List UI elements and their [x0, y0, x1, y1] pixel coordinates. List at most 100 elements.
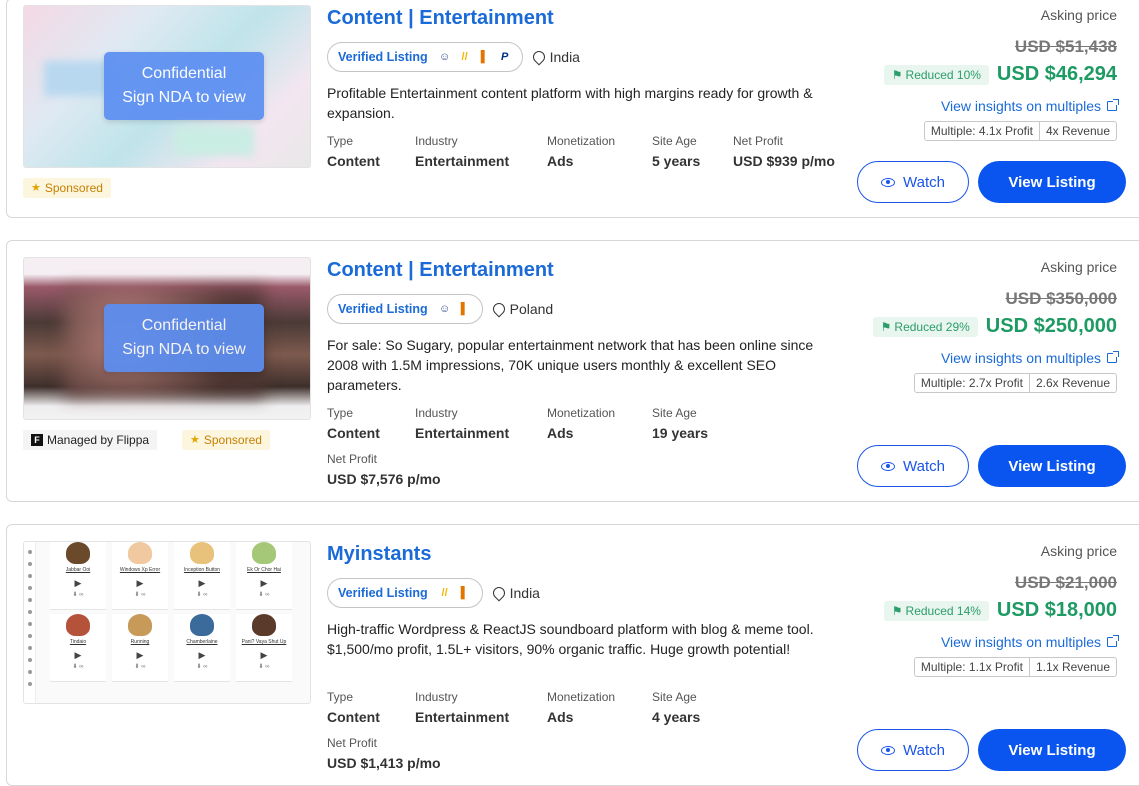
- managed-by-flippa-badge: F Managed by Flippa: [23, 430, 158, 450]
- meta-value: Content: [327, 425, 380, 441]
- tag-icon: ⚑: [880, 319, 892, 334]
- insights-label: View insights on multiples: [940, 350, 1101, 366]
- meta-value: Entertainment: [415, 709, 510, 725]
- nda-line-2: Sign NDA to view: [122, 341, 246, 358]
- download-icon: ⬇ ∞: [134, 592, 146, 598]
- nda-line-1: Confidential: [141, 65, 227, 82]
- star-icon: ★: [31, 182, 41, 194]
- original-price: USD $51,438: [1014, 37, 1117, 56]
- thumb-tile: Inception Button ▶ ⬇ ∞: [174, 542, 230, 610]
- play-icon: ▶: [198, 650, 206, 660]
- meta-type: Type Content: [327, 133, 380, 171]
- thumb-tile: Chamberlaine ▶ ⬇ ∞: [174, 614, 230, 682]
- meta-monetization: Monetization Ads: [547, 689, 615, 727]
- thumb-tile: Jabbar Ooi ▶ ⬇ ∞: [50, 542, 106, 610]
- reduced-badge: ⚑ Reduced 10%: [883, 64, 989, 85]
- watch-label: Watch: [903, 173, 945, 191]
- meta-key: Monetization: [547, 406, 616, 420]
- sign-nda-button[interactable]: Confidential Sign NDA to view: [104, 52, 264, 120]
- listing-title[interactable]: Content | Entertainment: [327, 7, 554, 30]
- external-link-icon: [1107, 635, 1119, 647]
- view-insights-link[interactable]: View insights on multiples: [940, 634, 1119, 650]
- badge-row: Verified Listing // ▌ India: [327, 578, 540, 608]
- asking-price: USD $46,294: [996, 63, 1117, 85]
- multiple-prefix: Multiple:: [930, 124, 976, 138]
- meta-industry: Industry Entertainment: [415, 405, 509, 443]
- reduced-label: Reduced 14%: [905, 603, 981, 618]
- view-listing-button[interactable]: View Listing: [978, 445, 1126, 487]
- tile-name: Windows Xp Error: [119, 567, 161, 573]
- play-icon: ▶: [260, 650, 268, 660]
- view-listing-button[interactable]: View Listing: [978, 161, 1126, 203]
- meta-value: 5 years: [652, 153, 701, 169]
- multiple-profit-value: 1.1x Profit: [968, 660, 1023, 674]
- listing-title[interactable]: Content | Entertainment: [327, 259, 554, 282]
- thumb-tile: Running ▶ ⬇ ∞: [112, 614, 168, 682]
- meta-key: Type: [327, 134, 354, 148]
- multiples-box: Multiple: 4.1x Profit 4x Revenue: [923, 121, 1117, 141]
- reduced-badge: ⚑ Reduced 14%: [883, 600, 989, 621]
- verified-badge[interactable]: Verified Listing // ▌: [327, 578, 483, 608]
- flippa-logo-icon: F: [31, 434, 43, 446]
- multiple-profit: Multiple: 2.7x Profit: [915, 374, 1029, 392]
- download-icon: ⬇ ∞: [196, 592, 208, 598]
- watch-button[interactable]: Watch: [857, 161, 969, 203]
- star-icon: ★: [190, 434, 200, 446]
- view-insights-link[interactable]: View insights on multiples: [941, 98, 1119, 114]
- sponsored-label: Sponsored: [203, 433, 262, 447]
- meta-key: Type: [327, 690, 354, 704]
- play-icon: ▶: [198, 578, 206, 588]
- sign-nda-button[interactable]: Confidential Sign NDA to view: [104, 304, 264, 372]
- multiple-profit-value: 2.7x Profit: [968, 376, 1023, 390]
- google-ads-icon: //: [441, 587, 448, 599]
- eye-icon: [881, 745, 896, 755]
- listing-thumbnail[interactable]: Confidential Sign NDA to view: [23, 257, 311, 420]
- meta-value: USD $1,413 p/mo: [327, 755, 441, 771]
- view-insights-link[interactable]: View insights on multiples: [940, 350, 1119, 366]
- tile-name: Jabbar Ooi: [65, 567, 91, 573]
- listing-thumbnail[interactable]: Confidential Sign NDA to view: [23, 5, 311, 168]
- multiple-prefix: Multiple:: [920, 376, 966, 390]
- meta-key: Net Profit: [327, 452, 378, 466]
- meta-key: Industry: [415, 690, 458, 704]
- tag-icon: ⚑: [891, 603, 903, 618]
- watch-button[interactable]: Watch: [857, 445, 969, 487]
- people-icon: ☺: [438, 303, 451, 315]
- listing-title[interactable]: Myinstants: [327, 543, 431, 566]
- asking-price: USD $250,000: [985, 315, 1117, 337]
- meta-net-profit: Net Profit USD $939 p/mo: [733, 133, 835, 171]
- insights-label: View insights on multiples: [940, 634, 1101, 650]
- people-icon: ☺: [438, 51, 451, 63]
- thumb-tile: Windows Xp Error ▶ ⬇ ∞: [112, 542, 168, 610]
- verified-badge[interactable]: Verified Listing ☺ // ▌ P: [327, 42, 523, 72]
- asking-price-label: Asking price: [1040, 259, 1117, 275]
- tile-name: Running: [130, 639, 150, 645]
- listing-thumbnail[interactable]: Jabbar Ooi ▶ ⬇ ∞ Windows Xp Error ▶ ⬇ ∞ …: [23, 541, 311, 704]
- meta-key: Site Age: [652, 134, 697, 148]
- multiple-profit: Multiple: 4.1x Profit: [925, 122, 1039, 140]
- sponsored-badge: ★ Sponsored: [23, 178, 111, 198]
- view-listing-button[interactable]: View Listing: [978, 729, 1126, 771]
- meta-value: Ads: [547, 425, 574, 441]
- watch-button[interactable]: Watch: [857, 729, 969, 771]
- nda-line-1: Confidential: [141, 317, 227, 334]
- external-link-icon: [1107, 99, 1119, 111]
- eye-icon: [881, 461, 896, 471]
- meta-key: Industry: [415, 134, 458, 148]
- listing-description: Profitable Entertainment content platfor…: [327, 85, 813, 121]
- price-row: ⚑ Reduced 10% USD $46,294: [883, 63, 1117, 86]
- multiple-profit-value: 4.1x Profit: [978, 124, 1033, 138]
- download-icon: ⬇ ∞: [196, 664, 208, 670]
- location-label: India: [549, 49, 580, 65]
- location: Poland: [490, 300, 553, 318]
- meta-key: Site Age: [652, 690, 697, 704]
- sponsored-badge: ★ Sponsored: [182, 430, 270, 450]
- tile-name: Tindaio: [69, 639, 87, 645]
- paypal-icon: P: [500, 51, 509, 63]
- reduced-badge: ⚑ Reduced 29%: [872, 316, 978, 337]
- tile-name: Pani? Vaya Shut Up: [241, 639, 287, 645]
- location: India: [530, 48, 580, 66]
- verified-badge[interactable]: Verified Listing ☺ ▌: [327, 294, 483, 324]
- play-icon: ▶: [136, 578, 144, 588]
- multiple-profit: Multiple: 1.1x Profit: [915, 658, 1029, 676]
